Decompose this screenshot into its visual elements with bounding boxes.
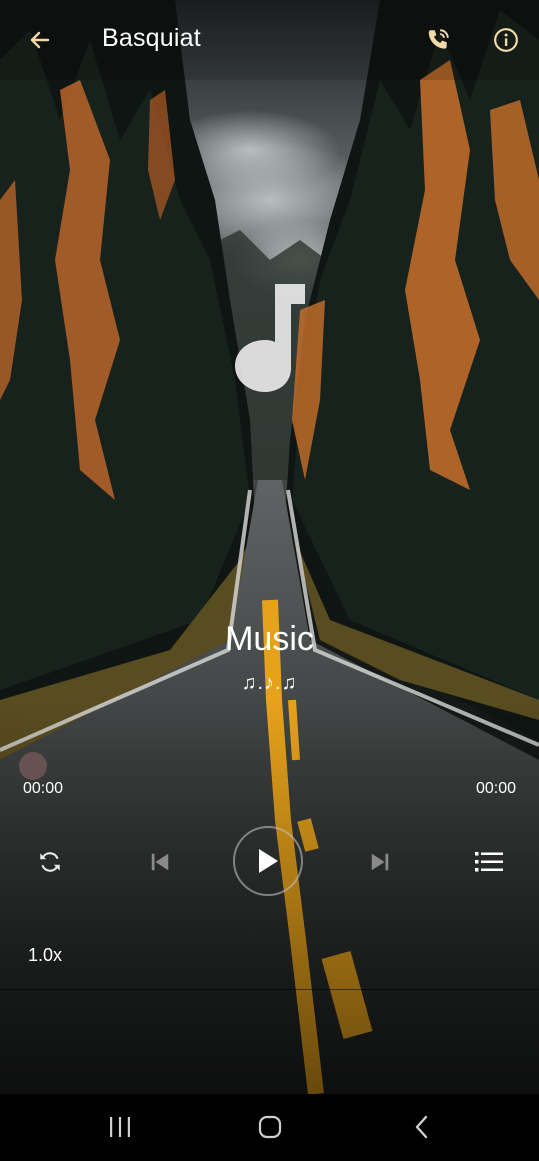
skip-previous-icon: [151, 853, 169, 871]
info-icon: [494, 28, 518, 52]
top-bar: Basquiat: [0, 0, 539, 80]
divider: [0, 989, 539, 990]
home-button[interactable]: [240, 1104, 300, 1150]
arrow-left-icon: [30, 31, 50, 49]
track-subtitle: ♫.♪.♫: [241, 672, 298, 694]
phone-call-icon: [428, 29, 449, 49]
info-button[interactable]: [488, 22, 524, 58]
system-back-button[interactable]: [392, 1104, 452, 1150]
seek-bar-thumb[interactable]: [19, 752, 47, 780]
recents-icon: [110, 1117, 130, 1137]
call-button[interactable]: [420, 22, 456, 58]
queue-list-icon: [475, 852, 503, 872]
page-title: Basquiat: [102, 24, 201, 52]
repeat-icon: [40, 852, 60, 872]
previous-button[interactable]: [140, 842, 180, 882]
skip-next-icon: [371, 853, 389, 871]
repeat-button[interactable]: [30, 842, 70, 882]
queue-button[interactable]: [468, 842, 510, 882]
next-button[interactable]: [360, 842, 400, 882]
home-icon: [258, 1115, 282, 1139]
play-button[interactable]: [233, 826, 303, 896]
total-duration: 00:00: [475, 780, 516, 797]
playback-speed-button[interactable]: 1.0x: [28, 945, 62, 966]
system-navigation-bar: [0, 1094, 539, 1161]
album-art: [229, 280, 313, 396]
background-image: [0, 0, 539, 1094]
play-icon: [259, 849, 278, 873]
track-title: Music: [225, 620, 314, 658]
music-note-icon: [235, 284, 305, 392]
recents-button[interactable]: [90, 1104, 150, 1150]
back-button[interactable]: [22, 22, 58, 58]
elapsed-time: 00:00: [23, 780, 64, 797]
back-chevron-icon: [415, 1115, 428, 1139]
